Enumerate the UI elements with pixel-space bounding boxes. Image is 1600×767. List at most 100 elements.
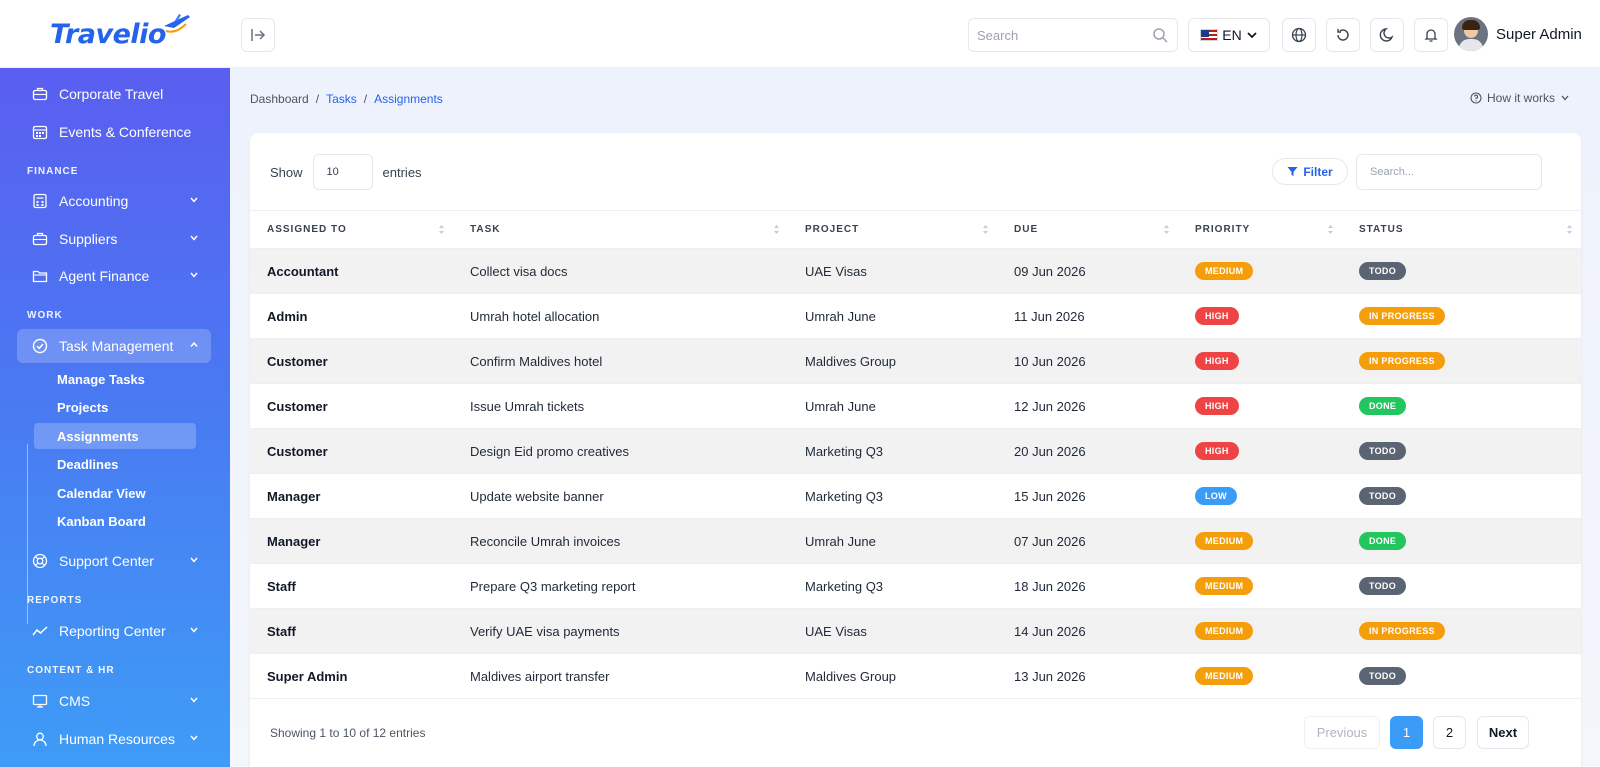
priority-badge: LOW (1195, 487, 1237, 505)
submenu-assignments[interactable]: Assignments (34, 423, 196, 449)
cell-project: Maldives Group (788, 338, 997, 384)
breadcrumb-separator: / (315, 92, 320, 106)
user-menu[interactable]: Super Admin (1454, 17, 1582, 51)
previous-page-button[interactable]: Previous (1304, 716, 1380, 749)
search-icon[interactable] (1152, 27, 1168, 43)
how-it-works-button[interactable]: How it works (1470, 91, 1570, 105)
travelio-logo[interactable]: Travelio (50, 14, 190, 54)
status-badge: DONE (1359, 397, 1407, 415)
next-page-button[interactable]: Next (1477, 716, 1529, 749)
cell-project: Umrah June (788, 383, 997, 429)
notifications-button[interactable] (1414, 18, 1448, 52)
section-content-hr: CONTENT & HR (27, 665, 115, 676)
cell-priority: MEDIUM (1178, 563, 1342, 609)
table-row[interactable]: Accountant Collect visa docs UAE Visas 09 J… (250, 248, 1581, 294)
sidebar-item-corporate-travel[interactable]: Corporate Travel (17, 77, 211, 111)
table-row[interactable]: Staff Verify UAE visa payments UAE Visas 14… (250, 608, 1581, 654)
priority-badge: MEDIUM (1195, 577, 1254, 595)
user-name: Super Admin (1496, 25, 1582, 43)
sort-icon (439, 225, 444, 234)
cell-due: 20 Jun 2026 (997, 428, 1178, 474)
breadcrumb-separator: / (363, 92, 368, 106)
priority-badge: MEDIUM (1195, 667, 1254, 685)
table-body: Accountant Collect visa docs UAE Visas 09 J… (250, 248, 1581, 699)
column-header-label: PRIORITY (1195, 224, 1251, 235)
entries-length-control: Show 10 entries (270, 154, 422, 190)
entries-label: entries (382, 164, 422, 180)
submenu-calendar-view[interactable]: Calendar View (34, 480, 196, 506)
global-search-input[interactable] (969, 19, 1144, 51)
table-search-input[interactable] (1357, 155, 1541, 189)
global-search[interactable] (968, 18, 1178, 52)
cell-project: Umrah June (788, 293, 997, 339)
table-row[interactable]: Super Admin Maldives airport transfer Mald… (250, 653, 1581, 699)
sidebar-item-accounting[interactable]: Accounting (17, 184, 211, 218)
cell-assigned-to: Manager (250, 518, 453, 564)
table-row[interactable]: Customer Confirm Maldives hotel Maldives G… (250, 338, 1581, 384)
section-finance: FINANCE (27, 166, 79, 177)
chevron-down-icon (190, 735, 198, 741)
column-header[interactable]: PROJECT (788, 210, 997, 249)
breadcrumb-dashboard[interactable]: Dashboard (250, 92, 309, 106)
cell-assigned-to: Customer (250, 383, 453, 429)
briefcase-icon (31, 85, 49, 103)
cell-priority: MEDIUM (1178, 518, 1342, 564)
theme-toggle-button[interactable] (1370, 18, 1404, 52)
filter-label: Filter (1303, 164, 1333, 179)
collapse-sidebar-icon (251, 29, 266, 41)
cell-priority: MEDIUM (1178, 248, 1342, 294)
priority-badge: HIGH (1195, 397, 1239, 415)
cell-task: Reconcile Umrah invoices (453, 518, 788, 564)
table-row[interactable]: Admin Umrah hotel allocation Umrah June 11 … (250, 293, 1581, 339)
table-row[interactable]: Staff Prepare Q3 marketing report Marketin… (250, 563, 1581, 609)
cell-task: Prepare Q3 marketing report (453, 563, 788, 609)
sidebar-item-suppliers[interactable]: Suppliers (17, 222, 211, 256)
sidebar-item-cms[interactable]: CMS (17, 684, 211, 718)
column-header[interactable]: DUE (997, 210, 1178, 249)
table-row[interactable]: Customer Design Eid promo creatives Market… (250, 428, 1581, 474)
refresh-button[interactable] (1326, 18, 1360, 52)
us-flag-icon (1200, 29, 1219, 41)
table-row[interactable]: Manager Update website banner Marketing Q3… (250, 473, 1581, 519)
sidebar-toggle-button[interactable] (241, 18, 275, 52)
cell-task: Maldives airport transfer (453, 653, 788, 699)
page-1-button[interactable]: 1 (1390, 716, 1423, 749)
priority-badge: HIGH (1195, 307, 1239, 325)
sidebar-item-reporting-center[interactable]: Reporting Center (17, 614, 211, 648)
breadcrumb-tasks[interactable]: Tasks (326, 92, 357, 106)
sidebar-item-task-management[interactable]: Task Management (17, 329, 211, 363)
globe-button[interactable] (1282, 18, 1316, 52)
sidebar-item-support-center[interactable]: Support Center (17, 544, 211, 578)
column-header[interactable]: ASSIGNED TO (250, 210, 453, 249)
column-header[interactable]: TASK (453, 210, 788, 249)
column-header[interactable]: STATUS (1342, 210, 1581, 249)
filter-button[interactable]: Filter (1272, 158, 1348, 185)
table-row[interactable]: Customer Issue Umrah tickets Umrah June 12 … (250, 383, 1581, 429)
cell-status: TODO (1342, 473, 1581, 519)
section-work: WORK (27, 310, 63, 321)
folder-icon (31, 267, 49, 285)
airplane-icon (164, 14, 190, 33)
page-2-button[interactable]: 2 (1433, 716, 1466, 749)
sidebar-item-events-conference[interactable]: Events & Conference (17, 115, 211, 149)
entries-per-page-select[interactable]: 10 (312, 154, 373, 190)
table-search[interactable] (1356, 154, 1542, 190)
priority-badge: MEDIUM (1195, 622, 1254, 640)
chevron-down-icon (190, 697, 198, 703)
column-header[interactable]: PRIORITY (1178, 210, 1342, 249)
sidebar-item-human-resources[interactable]: Human Resources (17, 722, 211, 756)
lifebuoy-icon (31, 552, 49, 570)
moon-icon (1379, 28, 1394, 42)
status-badge: TODO (1359, 667, 1407, 685)
table-row[interactable]: Manager Reconcile Umrah invoices Umrah Jun… (250, 518, 1581, 564)
submenu-manage-tasks[interactable]: Manage Tasks (34, 366, 196, 392)
submenu-deadlines[interactable]: Deadlines (34, 451, 196, 477)
submenu-kanban-board[interactable]: Kanban Board (34, 508, 196, 534)
column-header-label: PROJECT (805, 224, 860, 235)
priority-badge: MEDIUM (1195, 262, 1254, 280)
priority-badge: HIGH (1195, 442, 1239, 460)
submenu-projects[interactable]: Projects (34, 394, 196, 420)
sidebar-item-agent-finance[interactable]: Agent Finance (17, 259, 211, 293)
cell-status: IN PROGRESS (1342, 608, 1581, 654)
language-selector[interactable]: EN (1188, 18, 1270, 52)
